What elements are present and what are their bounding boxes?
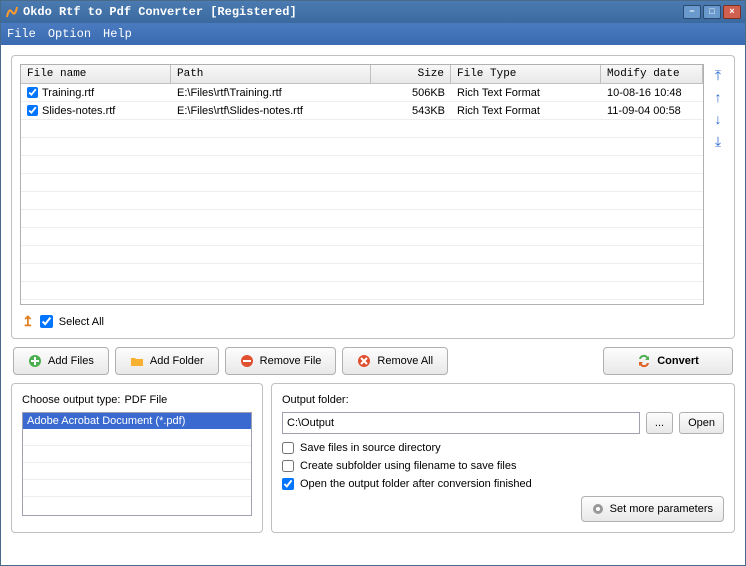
add-folder-button[interactable]: Add Folder [115,347,219,375]
select-all-checkbox[interactable] [40,315,53,328]
cell-modify: 11-09-04 00:58 [601,105,703,117]
cell-filetype: Rich Text Format [451,87,601,99]
browse-button[interactable]: ... [646,412,673,434]
table-row[interactable] [21,192,703,210]
row-checkbox[interactable] [27,87,38,98]
titlebar: Okdo Rtf to Pdf Converter [Registered] −… [1,1,745,23]
subfolder-label: Create subfolder using filename to save … [300,460,516,472]
output-folder-label: Output folder: [282,394,724,406]
save-source-checkbox[interactable] [282,442,294,454]
cell-filetype: Rich Text Format [451,105,601,117]
table-row[interactable] [21,264,703,282]
convert-button[interactable]: Convert [603,347,733,375]
cell-size: 543KB [371,105,451,117]
open-after-label: Open the output folder after conversion … [300,478,532,490]
output-type-value: PDF File [124,394,167,406]
select-all-label: Select All [59,316,104,328]
move-bottom-button[interactable]: ⤓ [710,134,726,150]
open-after-checkbox[interactable] [282,478,294,490]
convert-icon [637,354,651,368]
col-modify[interactable]: Modify date [601,65,703,83]
table-row[interactable]: Training.rtf E:\Files\rtf\Training.rtf506… [21,84,703,102]
cell-filename: Slides-notes.rtf [42,105,115,117]
folder-icon [130,354,144,368]
row-checkbox[interactable] [27,105,38,116]
table-header: File name Path Size File Type Modify dat… [21,65,703,84]
minus-icon [240,354,254,368]
remove-all-button[interactable]: Remove All [342,347,448,375]
table-row[interactable] [21,282,703,300]
up-folder-icon[interactable]: ↥ [22,313,34,330]
table-row[interactable] [21,138,703,156]
table-row[interactable] [21,174,703,192]
cell-path: E:\Files\rtf\Slides-notes.rtf [171,105,371,117]
plus-icon [28,354,42,368]
output-folder-input[interactable] [282,412,640,434]
menubar: File Option Help [1,23,745,45]
move-up-button[interactable]: ↑ [710,90,726,106]
table-row[interactable] [21,210,703,228]
output-type-panel: Choose output type: PDF File Adobe Acrob… [11,383,263,533]
cell-filename: Training.rtf [42,87,94,99]
table-row[interactable] [21,300,703,304]
subfolder-checkbox[interactable] [282,460,294,472]
cell-size: 506KB [371,87,451,99]
menu-help[interactable]: Help [103,27,132,41]
remove-all-icon [357,354,371,368]
open-button[interactable]: Open [679,412,724,434]
remove-file-button[interactable]: Remove File [225,347,337,375]
col-filetype[interactable]: File Type [451,65,601,83]
maximize-button[interactable]: □ [703,5,721,19]
move-down-button[interactable]: ↓ [710,112,726,128]
output-type-label: Choose output type: [22,394,120,406]
add-files-button[interactable]: Add Files [13,347,109,375]
cell-modify: 10-08-16 10:48 [601,87,703,99]
close-button[interactable]: × [723,5,741,19]
file-table[interactable]: File name Path Size File Type Modify dat… [20,64,704,305]
table-row[interactable] [21,120,703,138]
minimize-button[interactable]: − [683,5,701,19]
set-more-parameters-button[interactable]: Set more parameters [581,496,724,522]
cell-path: E:\Files\rtf\Training.rtf [171,87,371,99]
col-filename[interactable]: File name [21,65,171,83]
save-source-label: Save files in source directory [300,442,441,454]
table-row[interactable]: Slides-notes.rtf E:\Files\rtf\Slides-note… [21,102,703,120]
menu-file[interactable]: File [7,27,36,41]
move-top-button[interactable]: ⤒ [710,68,726,84]
output-folder-panel: Output folder: ... Open Save files in so… [271,383,735,533]
col-size[interactable]: Size [371,65,451,83]
output-type-option[interactable]: Adobe Acrobat Document (*.pdf) [23,413,251,429]
menu-option[interactable]: Option [48,27,91,41]
output-type-list[interactable]: Adobe Acrobat Document (*.pdf) [22,412,252,516]
table-row[interactable] [21,246,703,264]
col-path[interactable]: Path [171,65,371,83]
table-row[interactable] [21,228,703,246]
table-row[interactable] [21,156,703,174]
gear-icon [592,503,604,515]
app-icon [5,5,19,19]
window-title: Okdo Rtf to Pdf Converter [Registered] [23,5,683,19]
